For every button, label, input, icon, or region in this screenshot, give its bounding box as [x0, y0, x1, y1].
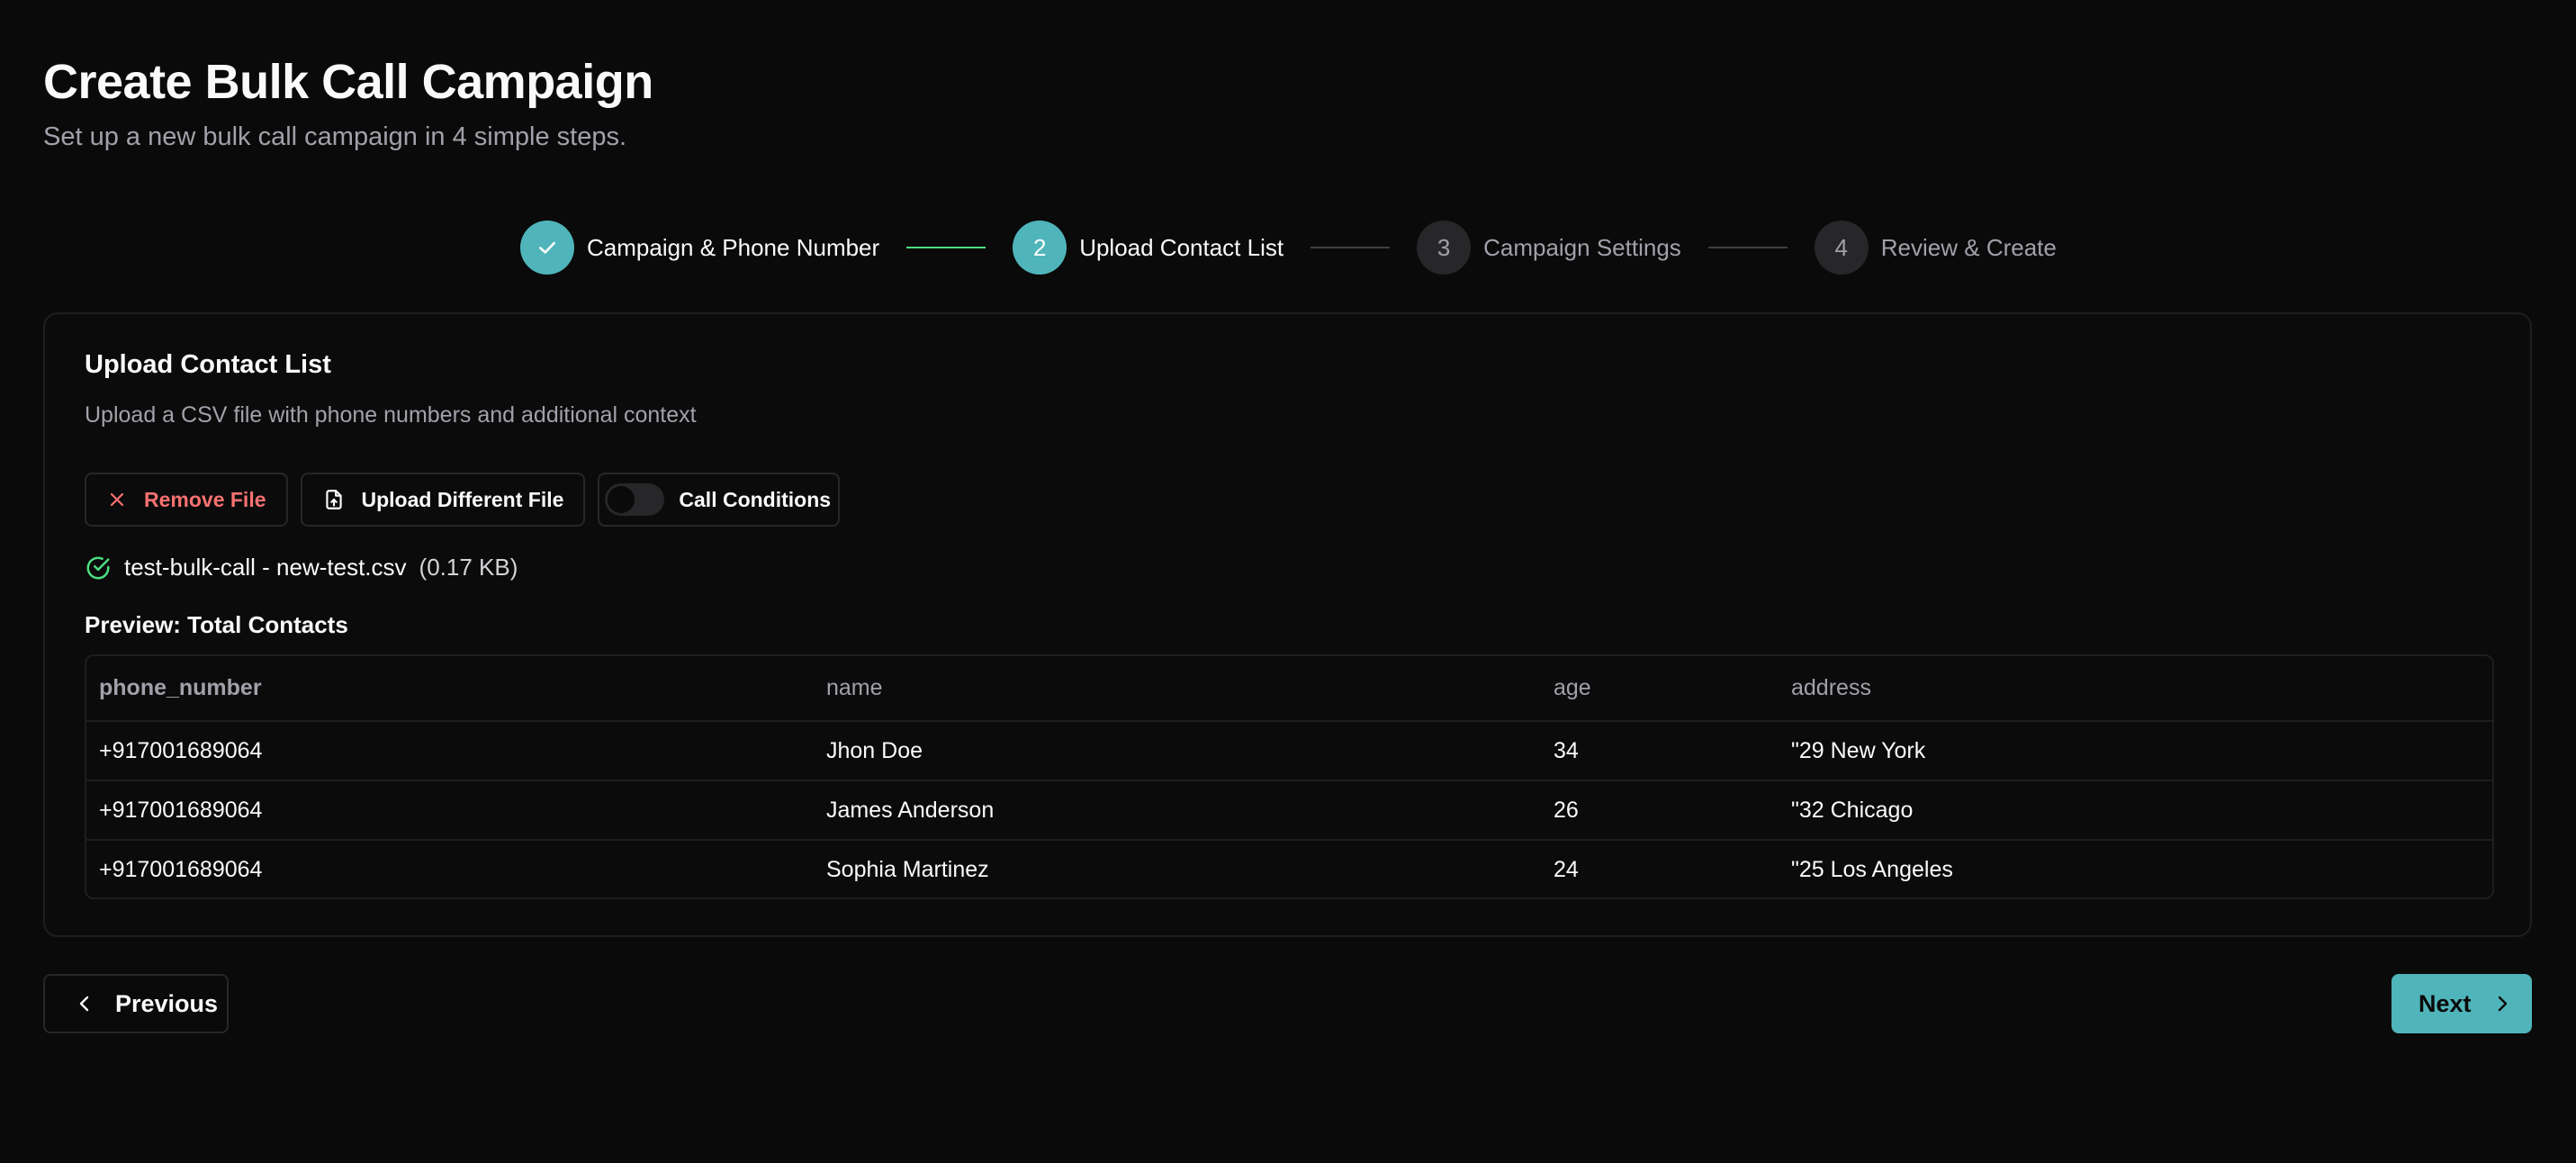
next-label: Next — [2418, 989, 2472, 1017]
file-size: (0.17 KB) — [419, 554, 518, 581]
table-cell: "25 Los Angeles — [1791, 857, 1953, 882]
contacts-preview-table: phone_number name age address +917001689… — [85, 654, 2494, 899]
page-subtitle: Set up a new bulk call campaign in 4 sim… — [43, 122, 627, 151]
previous-button[interactable]: Previous — [43, 974, 229, 1033]
file-toolbar: Remove File Upload Different File Call C… — [85, 473, 841, 527]
step-connector-3 — [1707, 247, 1788, 248]
step-connector-2 — [1311, 247, 1391, 248]
table-cell: Sophia Martinez — [826, 857, 989, 882]
column-header: name — [826, 675, 883, 700]
table-cell: "32 Chicago — [1791, 797, 1914, 823]
table-cell: "29 New York — [1791, 737, 1926, 763]
card-title: Upload Contact List — [85, 350, 331, 379]
call-conditions-switch[interactable] — [605, 483, 665, 516]
step-4-label: Review & Create — [1880, 233, 2057, 261]
step-2-circle: 2 — [1013, 221, 1067, 275]
column-header: age — [1554, 675, 1591, 700]
table-cell: James Anderson — [826, 797, 995, 823]
upload-different-file-button[interactable]: Upload Different File — [300, 473, 586, 527]
table-cell: Jhon Doe — [826, 737, 923, 763]
chevron-left-icon — [79, 996, 89, 1012]
file-upload-icon — [325, 490, 342, 509]
uploaded-file-info: test-bulk-call - new-test.csv (0.17 KB) — [85, 554, 518, 582]
call-conditions-toggle[interactable]: Call Conditions — [598, 473, 841, 527]
check-icon — [539, 241, 555, 254]
step-3-label: Campaign Settings — [1483, 233, 1681, 261]
step-connector-1 — [906, 247, 986, 248]
table-cell: +917001689064 — [99, 797, 263, 823]
column-header: address — [1791, 675, 1871, 700]
table-cell: 24 — [1554, 857, 1579, 882]
step-2-label: Upload Contact List — [1079, 233, 1284, 261]
step-3-circle: 3 — [1417, 221, 1472, 275]
step-campaign-phone[interactable]: Campaign & Phone Number — [520, 221, 879, 275]
upload-different-file-label: Upload Different File — [361, 487, 564, 511]
chevron-right-icon — [2498, 996, 2507, 1012]
table-cell: 34 — [1554, 737, 1579, 763]
preview-label: Preview: Total Contacts — [85, 611, 348, 638]
check-circle-icon — [86, 556, 110, 579]
table-header-row: phone_number name age address — [86, 656, 2492, 721]
page: Create Bulk Call Campaign Set up a new b… — [0, 0, 2576, 1163]
switch-knob — [608, 486, 635, 513]
table-row: +917001689064 Sophia Martinez 24 "25 Los… — [86, 840, 2492, 897]
stepper: Campaign & Phone Number 2 Upload Contact… — [520, 220, 2057, 275]
card-description: Upload a CSV file with phone numbers and… — [85, 402, 697, 428]
remove-file-button[interactable]: Remove File — [85, 473, 288, 527]
column-header: phone_number — [99, 675, 262, 700]
file-name: test-bulk-call - new-test.csv — [124, 554, 407, 581]
table-cell: +917001689064 — [99, 737, 263, 763]
table-cell: 26 — [1554, 797, 1579, 823]
step-1-label: Campaign & Phone Number — [587, 233, 880, 261]
previous-label: Previous — [115, 989, 219, 1017]
upload-contact-card: Upload Contact List Upload a CSV file wi… — [43, 312, 2532, 937]
step-upload-contacts[interactable]: 2 Upload Contact List — [1013, 221, 1283, 275]
remove-file-label: Remove File — [144, 487, 266, 511]
step-review-create[interactable]: 4 Review & Create — [1814, 221, 2057, 275]
table-row: +917001689064 James Anderson 26 "32 Chic… — [86, 780, 2492, 840]
step-campaign-settings[interactable]: 3 Campaign Settings — [1417, 221, 1681, 275]
contacts-table: phone_number name age address +917001689… — [86, 656, 2492, 897]
next-button[interactable]: Next — [2391, 974, 2532, 1033]
step-4-circle: 4 — [1814, 221, 1869, 275]
close-icon — [110, 492, 124, 507]
table-row: +917001689064 Jhon Doe 34 "29 New York — [86, 721, 2492, 780]
page-title: Create Bulk Call Campaign — [43, 55, 653, 109]
call-conditions-label: Call Conditions — [679, 487, 832, 511]
step-1-circle — [520, 221, 574, 275]
table-cell: +917001689064 — [99, 857, 263, 882]
